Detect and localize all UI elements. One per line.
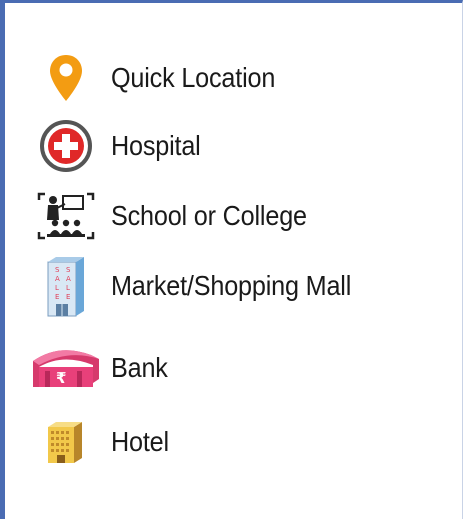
map-pin-icon xyxy=(25,45,107,111)
legend-item-hotel: Hotel xyxy=(25,409,175,475)
legend-item-bank: ₹ Bank xyxy=(25,335,174,401)
legend-label-hospital: Hospital xyxy=(111,130,201,161)
legend-label-bank: Bank xyxy=(111,352,168,383)
svg-text:₹: ₹ xyxy=(56,369,66,387)
legend-label-school: School or College xyxy=(111,200,307,231)
svg-text:A: A xyxy=(66,275,71,283)
legend-label-hotel: Hotel xyxy=(111,426,169,457)
legend-label-quick-location: Quick Location xyxy=(111,62,276,93)
svg-text:S: S xyxy=(55,266,60,274)
legend-item-school: School or College xyxy=(25,183,329,249)
svg-text:L: L xyxy=(55,284,59,292)
hotel-building-icon xyxy=(25,409,107,475)
legend-panel: Quick Location Hospital School or Colleg… xyxy=(0,0,463,519)
legend-item-market: S A L E S A L E Market/Shopping Mall xyxy=(25,253,378,319)
legend-label-market: Market/Shopping Mall xyxy=(111,270,352,301)
bank-building-icon: ₹ xyxy=(25,335,107,401)
svg-text:E: E xyxy=(66,293,70,301)
svg-text:E: E xyxy=(55,293,59,301)
hospital-cross-icon xyxy=(25,113,107,179)
svg-text:S: S xyxy=(66,266,71,274)
classroom-icon xyxy=(25,183,107,249)
svg-text:L: L xyxy=(66,284,70,292)
shopping-mall-building-icon: S A L E S A L E xyxy=(25,253,107,319)
legend-item-quick-location: Quick Location xyxy=(25,45,293,111)
legend-item-hospital: Hospital xyxy=(25,113,211,179)
svg-text:A: A xyxy=(55,275,60,283)
